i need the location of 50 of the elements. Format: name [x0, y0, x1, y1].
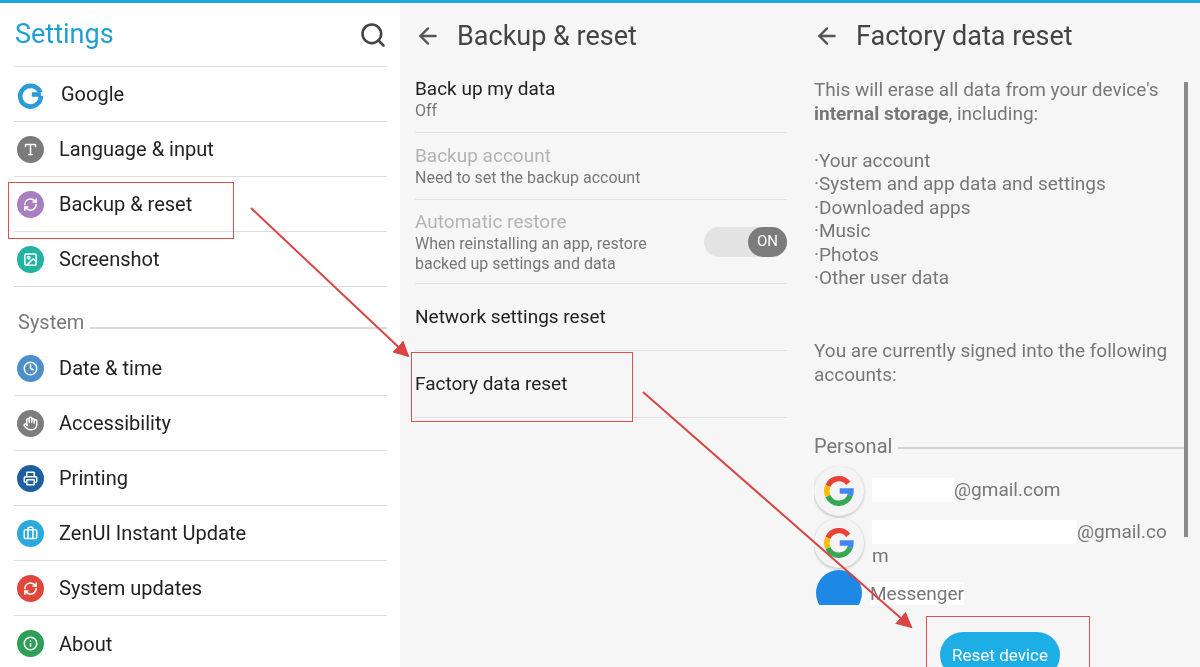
erase-list-item: ·Your account [814, 149, 932, 173]
chat-bubble-icon [816, 570, 862, 606]
google-logo-icon [814, 518, 864, 569]
erase-list-item: ·System and app data and settings [814, 172, 1107, 196]
printer-icon [17, 464, 44, 492]
intro-text: This will erase all data from your device's internal storage, including: [814, 78, 1160, 126]
item-title: Back up my data [415, 77, 557, 101]
settings-item[interactable]: Google [14, 67, 387, 122]
erase-list-item: ·Photos [814, 242, 880, 267]
settings-item[interactable]: ZenUI Instant Update [14, 506, 387, 561]
section-header: Personal [814, 433, 893, 461]
briefcase-icon [17, 519, 44, 547]
settings-item[interactable]: Network settings reset [415, 284, 787, 351]
settings-item[interactable]: Language & input [14, 122, 387, 177]
clock-icon [17, 354, 44, 382]
settings-item[interactable]: Backup & reset [14, 177, 387, 232]
image-icon [17, 245, 44, 273]
account-item[interactable]: @gmail.com [814, 466, 1186, 519]
signed-in-text: You are currently signed into the following accounts: [814, 339, 1169, 388]
refresh-icon [17, 574, 44, 602]
settings-item[interactable]: Factory data reset [415, 351, 787, 418]
settings-item[interactable]: System updates [14, 561, 387, 616]
screen-title: Backup & reset [457, 18, 637, 54]
screen-title: Settings [15, 17, 114, 53]
erase-list-item: ·Music [814, 219, 872, 243]
item-subtitle: Off [415, 101, 439, 121]
item-subtitle: Need to set the backup account [415, 168, 642, 188]
letter-icon [17, 135, 44, 163]
item-title: Automatic restore [415, 209, 568, 234]
item-subtitle: When reinstalling an app, restore backed up settings and data [415, 233, 648, 274]
settings-item[interactable]: Date & time [14, 341, 387, 396]
settings-item[interactable]: Screenshot [14, 232, 387, 287]
settings-item[interactable]: Back up my data Off [415, 66, 787, 133]
section-header: System [18, 312, 85, 332]
settings-item[interactable]: About [14, 616, 387, 667]
info-icon [17, 630, 44, 657]
item-title: Backup account [415, 144, 552, 168]
erase-list-item: ·Downloaded apps [814, 195, 972, 220]
item-title: Factory data reset [415, 372, 569, 396]
erase-list-item: ·Other user data [814, 266, 951, 290]
search-icon[interactable] [359, 20, 387, 49]
google-logo-icon [814, 466, 864, 517]
settings-item[interactable]: Printing [14, 451, 387, 506]
account-name: @gmail.com [872, 478, 1061, 503]
screen-title: Factory data reset [856, 18, 1073, 54]
refresh-icon [17, 190, 44, 218]
account-item[interactable]: @gmail.com [814, 518, 1186, 571]
hand-icon [17, 409, 44, 437]
settings-item[interactable]: Accessibility [14, 396, 387, 451]
item-title: Network settings reset [415, 305, 607, 329]
